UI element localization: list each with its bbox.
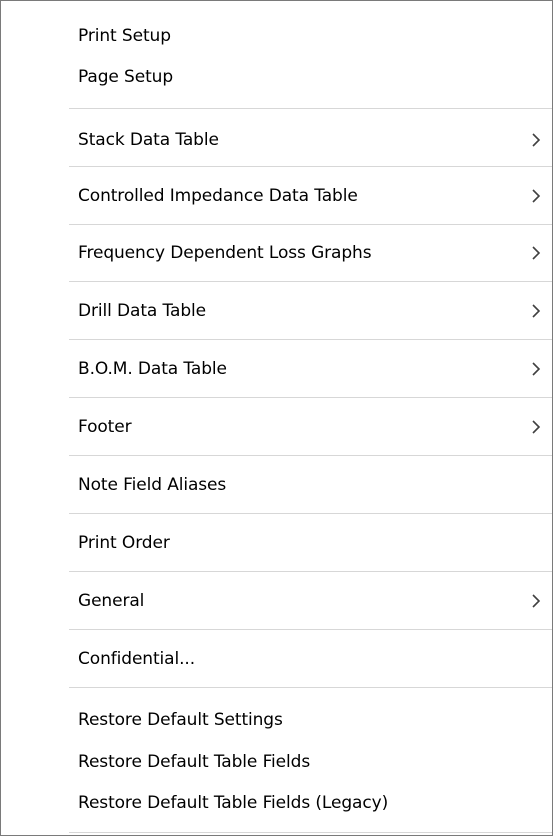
menu-item-label: Stack Data Table <box>78 130 219 150</box>
menu-item-label: B.O.M. Data Table <box>78 358 227 379</box>
menu-item-restore-default-settings[interactable]: Restore Default Settings <box>1 703 552 737</box>
chevron-right-icon <box>530 303 542 319</box>
menu-item-label: Restore Default Table Fields (Legacy) <box>78 793 389 813</box>
menu-item-general[interactable]: General <box>1 572 552 629</box>
menu-item-label: Frequency Dependent Loss Graphs <box>78 243 372 263</box>
chevron-right-icon <box>530 188 542 204</box>
chevron-right-icon <box>530 419 542 435</box>
menu-item-drill-data-table[interactable]: Drill Data Table <box>1 282 552 339</box>
menu-item-label: Controlled Impedance Data Table <box>78 185 358 206</box>
chevron-right-icon <box>530 593 542 609</box>
menu-separator <box>69 832 552 833</box>
menu-item-page-setup[interactable]: Page Setup <box>1 60 552 94</box>
menu-item-bom-data-table[interactable]: B.O.M. Data Table <box>1 340 552 397</box>
context-menu: Print Setup Page Setup Stack Data Table … <box>0 0 553 836</box>
menu-item-label: Print Setup <box>78 26 171 46</box>
menu-item-label: Restore Default Table Fields <box>78 752 311 772</box>
menu-item-restore-default-table-fields[interactable]: Restore Default Table Fields <box>1 745 552 779</box>
menu-item-restore-default-table-fields-legacy[interactable]: Restore Default Table Fields (Legacy) <box>1 786 552 820</box>
menu-separator <box>69 108 552 109</box>
menu-item-label: Footer <box>78 416 132 437</box>
menu-item-label: Drill Data Table <box>78 300 207 321</box>
menu-item-print-setup[interactable]: Print Setup <box>1 19 552 53</box>
menu-item-label: Page Setup <box>78 67 174 87</box>
menu-item-label: Restore Default Settings <box>78 710 283 730</box>
menu-item-controlled-impedance-data-table[interactable]: Controlled Impedance Data Table <box>1 167 552 224</box>
menu-item-footer[interactable]: Footer <box>1 398 552 455</box>
menu-item-print-order[interactable]: Print Order <box>1 514 552 571</box>
menu-item-label: General <box>78 590 145 611</box>
menu-separator <box>69 687 552 688</box>
menu-item-label: Print Order <box>78 532 170 553</box>
menu-item-label: Note Field Aliases <box>78 474 227 495</box>
menu-item-label: Confidential... <box>78 648 196 669</box>
menu-item-confidential[interactable]: Confidential... <box>1 630 552 687</box>
menu-item-stack-data-table[interactable]: Stack Data Table <box>1 114 552 166</box>
menu-item-frequency-dependent-loss-graphs[interactable]: Frequency Dependent Loss Graphs <box>1 225 552 281</box>
chevron-right-icon <box>530 361 542 377</box>
chevron-right-icon <box>530 245 542 261</box>
menu-item-note-field-aliases[interactable]: Note Field Aliases <box>1 456 552 513</box>
chevron-right-icon <box>530 132 542 148</box>
